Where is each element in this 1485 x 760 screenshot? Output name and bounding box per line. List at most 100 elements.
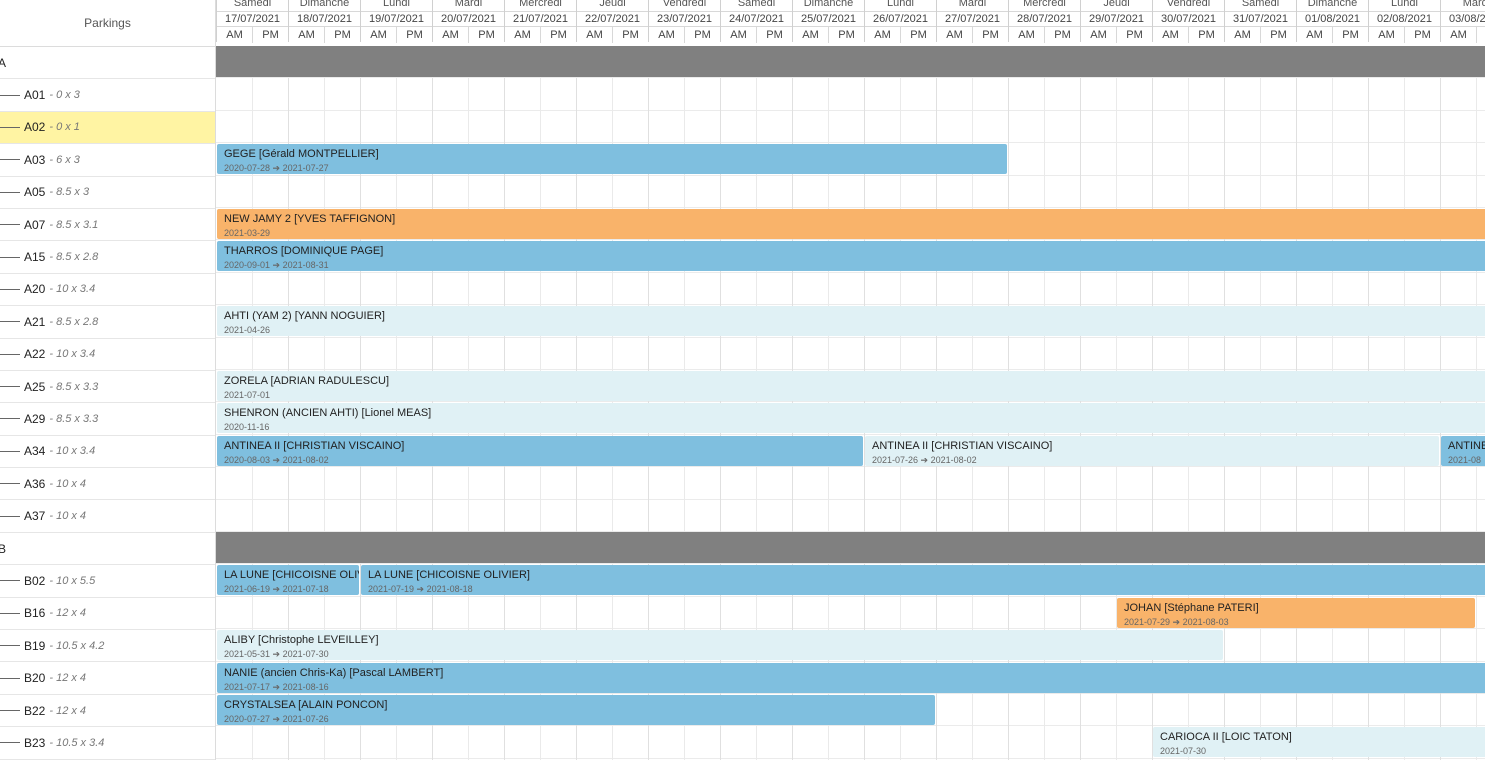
am-label: AM	[1306, 29, 1323, 41]
am-label: AM	[658, 29, 675, 41]
half-day-labels: AM PM	[865, 26, 936, 43]
day-name: Samedi	[233, 0, 272, 9]
parking-row[interactable]: B20- 12 x 4	[0, 662, 215, 695]
parking-row[interactable]: A34- 10 x 3.4	[0, 436, 215, 469]
day-date: 28/07/2021	[1009, 11, 1080, 26]
booking-bar[interactable]: SHENRON (ANCIEN AHTI) [Lionel MEAS] 2020-…	[217, 403, 1485, 434]
booking-bar[interactable]: LA LUNE [CHICOISNE OLIVIER] 2021-07-19 ➔ …	[361, 565, 1485, 596]
booking-title: LA LUNE [CHICOISNE OLIVIER]	[368, 569, 530, 582]
grid-row[interactable]	[216, 467, 1485, 500]
parking-dims: - 0 x 3	[49, 89, 80, 102]
parking-row[interactable]: A02- 0 x 1	[0, 111, 215, 145]
grid-row[interactable]	[216, 110, 1485, 144]
parking-row[interactable]: A20- 10 x 3.4	[0, 274, 215, 307]
pm-label: PM	[972, 27, 1008, 43]
booking-title: CARIOCA II [LOIC TATON]	[1160, 731, 1292, 744]
booking-dates: 2021-07-30	[1160, 746, 1207, 757]
day-date: 25/07/2021	[793, 11, 864, 26]
booking-bar[interactable]: ALIBY [Christophe LEVEILLEY] 2021-05-31 ➔…	[217, 630, 1223, 661]
timeline-header: Samedi 17/07/2021 AM PM Dimanche 18/07/2021 AM…	[216, 0, 1485, 47]
booking-bar[interactable]: NEW JAMY 2 [YVES TAFFIGNON] 2021-03-29	[217, 209, 1485, 239]
parking-row[interactable]: B19- 10.5 x 4.2	[0, 630, 215, 663]
parking-row[interactable]: A25- 8.5 x 3.3	[0, 371, 215, 404]
parking-dims: - 10 x 4	[49, 510, 87, 523]
half-day-labels: AM PM	[217, 26, 288, 43]
booking-bar[interactable]: AHTI (YAM 2) [YANN NOGUIER] 2021-04-26	[217, 306, 1485, 337]
parking-label: A22	[24, 347, 46, 362]
parking-row[interactable]: A15- 8.5 x 2.8	[0, 241, 215, 274]
parking-row[interactable]: A01- 0 x 3	[0, 79, 215, 112]
group-row[interactable]: A	[0, 47, 215, 80]
booking-title: GEGE [Gérald MONTPELLIER]	[224, 148, 379, 161]
am-label: AM	[226, 29, 243, 41]
parking-row[interactable]: A05- 8.5 x 3	[0, 177, 215, 209]
grid-row[interactable]	[216, 78, 1485, 111]
booking-bar[interactable]: ANTINE 2021-08	[1441, 435, 1485, 466]
tree-connector	[0, 742, 20, 744]
timeline-grid: GEGE [Gérald MONTPELLIER] 2020-07-28 ➔ 20…	[216, 46, 1485, 760]
group-row[interactable]: B	[0, 533, 215, 566]
half-day-labels: AM PM	[361, 26, 432, 43]
booking-bar[interactable]: CARIOCA II [LOIC TATON] 2021-07-30	[1153, 727, 1485, 758]
am-label: AM	[1450, 29, 1467, 41]
day-date: 18/07/2021	[289, 11, 360, 26]
half-day-labels: AM PM	[793, 26, 864, 43]
parking-dims: - 12 x 4	[49, 672, 87, 685]
half-day-labels: AM PM	[649, 26, 720, 43]
parking-row[interactable]: A29- 8.5 x 3.3	[0, 403, 215, 436]
parking-row[interactable]: A36- 10 x 4	[0, 468, 215, 501]
grid-row[interactable]	[216, 175, 1485, 208]
pm-label: PM	[1116, 27, 1152, 43]
parking-label: A21	[24, 314, 46, 329]
grid-row[interactable]	[216, 337, 1485, 370]
booking-title: AHTI (YAM 2) [YANN NOGUIER]	[224, 310, 385, 323]
parking-dims: - 0 x 1	[49, 121, 80, 134]
booking-bar[interactable]: ANTINEA II [CHRISTIAN VISCAINO] 2020-08-0…	[217, 435, 863, 466]
booking-bar[interactable]: GEGE [Gérald MONTPELLIER] 2020-07-28 ➔ 20…	[217, 144, 1007, 175]
half-day-labels: AM PM	[1009, 26, 1080, 43]
tree-connector	[0, 483, 20, 485]
day-date: 27/07/2021	[937, 11, 1008, 26]
half-day-labels: AM PM	[1297, 26, 1368, 43]
booking-bar[interactable]: ZORELA [ADRIAN RADULESCU] 2021-07-01	[217, 371, 1485, 401]
parking-row[interactable]: B02- 10 x 5.5	[0, 565, 215, 598]
half-day-labels: AM PM	[1225, 26, 1296, 43]
day-date: 20/07/2021	[433, 11, 504, 26]
day-name: Samedi	[1241, 0, 1280, 9]
tree-connector	[0, 256, 20, 258]
booking-dates: 2021-04-26	[224, 325, 271, 336]
grid-row[interactable]	[216, 499, 1485, 532]
parking-row[interactable]: A37- 10 x 4	[0, 500, 215, 533]
booking-dates: 2021-05-31 ➔ 2021-07-30	[224, 649, 329, 660]
parking-row[interactable]: A22- 10 x 3.4	[0, 339, 215, 371]
parking-row[interactable]: A07- 8.5 x 3.1	[0, 209, 215, 242]
parking-label: A02	[24, 120, 46, 135]
booking-bar[interactable]: THARROS [DOMINIQUE PAGE] 2020-09-01 ➔ 202…	[217, 241, 1485, 272]
day-date: 22/07/2021	[577, 11, 648, 26]
booking-bar[interactable]: JOHAN [Stéphane PATERI] 2021-07-29 ➔ 2021…	[1117, 597, 1475, 628]
booking-bar[interactable]: ANTINEA II [CHRISTIAN VISCAINO] 2021-07-2…	[865, 435, 1439, 466]
booking-dates: 2021-07-17 ➔ 2021-08-16	[224, 681, 329, 692]
parking-row[interactable]: A03- 6 x 3	[0, 144, 215, 177]
parking-row[interactable]: A21- 8.5 x 2.8	[0, 306, 215, 339]
parking-dims: - 8.5 x 3.3	[49, 380, 99, 393]
sidebar-title: Parkings	[0, 0, 215, 47]
day-date: 21/07/2021	[505, 11, 576, 26]
parking-dims: - 10 x 4	[49, 477, 87, 490]
booking-title: NANIE (ancien Chris-Ka) [Pascal LAMBERT]	[224, 666, 444, 679]
parking-row[interactable]: B22- 12 x 4	[0, 695, 215, 728]
grid-row[interactable]	[216, 272, 1485, 306]
parking-label: B23	[24, 735, 46, 750]
day-date: 30/07/2021	[1153, 11, 1224, 26]
booking-title: SHENRON (ANCIEN AHTI) [Lionel MEAS]	[224, 407, 432, 420]
parking-dims: - 8.5 x 2.8	[49, 251, 99, 264]
booking-bar[interactable]: NANIE (ancien Chris-Ka) [Pascal LAMBERT]…	[217, 662, 1485, 693]
tree-connector	[0, 580, 20, 582]
parking-row[interactable]: B23- 10.5 x 3.4	[0, 727, 215, 760]
booking-title: ANTINEA II [CHRISTIAN VISCAINO]	[224, 439, 405, 452]
booking-bar[interactable]: LA LUNE [CHICOISNE OLIV 2021-06-19 ➔ 2021…	[217, 565, 359, 596]
half-day-labels: AM PM	[433, 26, 504, 43]
parking-row[interactable]: B16- 12 x 4	[0, 598, 215, 631]
booking-bar[interactable]: CRYSTALSEA [ALAIN PONCON] 2020-07-27 ➔ 20…	[217, 695, 935, 725]
day-name: Mercredi	[519, 0, 562, 9]
